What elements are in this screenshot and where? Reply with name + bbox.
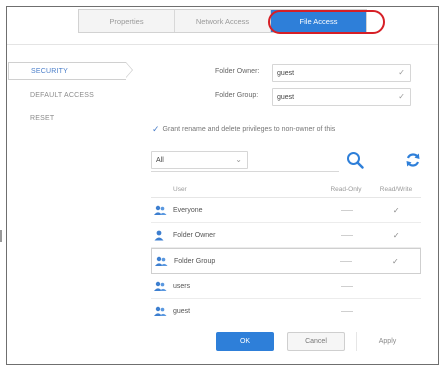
group-icon [154,281,167,291]
table-row-selected[interactable]: Folder Group ✓ [151,248,421,274]
table-row[interactable]: Everyone ✓ [151,198,421,223]
chevron-down-icon: ✓ [398,92,405,101]
read-only-cell-empty[interactable] [340,260,353,262]
read-write-check-icon[interactable]: ✓ [393,231,400,240]
sidebar-item-default-access[interactable]: DEFAULT ACCESS [8,87,126,103]
folder-group-label: Folder Group: [215,92,259,99]
search-icon[interactable] [346,151,364,169]
user-icon [154,230,164,240]
user-name: users [173,282,191,290]
folder-group-value: guest [277,93,295,101]
refresh-icon[interactable] [405,152,421,168]
apply-button[interactable]: Apply [356,332,418,351]
folder-group-select[interactable]: guest ✓ [272,88,411,106]
user-name: Everyone [173,206,203,214]
folder-owner-value: guest [277,69,295,77]
user-name: guest [173,307,191,315]
user-name: Folder Owner [173,231,216,239]
read-write-check-icon[interactable]: ✓ [392,257,399,266]
tab-properties[interactable]: Properties [79,10,175,32]
sidebar: SECURITY DEFAULT ACCESS RESET [8,62,133,133]
header-divider [7,44,438,45]
table-row[interactable]: users [151,274,421,299]
chevron-down-icon: ⌄ [235,155,242,164]
table-header: User Read-Only Read/Write [151,181,421,198]
window-edge-marker [0,230,2,242]
tab-network-access[interactable]: Network Access [175,10,271,32]
read-only-cell-empty[interactable] [340,310,353,312]
cancel-button[interactable]: Cancel [287,332,345,351]
grant-privileges-checkbox[interactable]: ✓ [152,124,160,135]
group-icon [154,205,167,215]
user-name: Folder Group [174,257,216,265]
grant-privileges-option: ✓ Grant rename and delete privileges to … [152,124,335,135]
column-header-user: User [173,185,187,193]
folder-owner-select[interactable]: guest ✓ [272,64,411,82]
search-field-underline [151,171,339,172]
column-header-read-write: Read/Write [379,185,413,193]
folder-owner-label: Folder Owner: [215,68,260,75]
tab-file-access[interactable]: File Access [271,10,366,32]
column-header-read-only: Read-Only [330,185,362,193]
table-row[interactable]: guest [151,299,421,323]
user-filter-select[interactable]: All ⌄ [151,151,248,169]
tab-bar: Properties Network Access File Access [78,9,367,33]
read-write-check-icon[interactable]: ✓ [393,206,400,215]
read-only-cell-empty[interactable] [340,285,353,287]
sidebar-item-reset[interactable]: RESET [8,110,126,126]
sidebar-item-security[interactable]: SECURITY [8,62,133,80]
read-only-cell-empty[interactable] [340,209,353,211]
table-row[interactable]: Folder Owner ✓ [151,223,421,248]
group-icon [154,306,167,316]
read-only-cell-empty[interactable] [340,234,353,236]
permissions-table: User Read-Only Read/Write Everyone ✓ Fol… [151,181,421,323]
chevron-down-icon: ✓ [398,68,405,77]
ok-button[interactable]: OK [216,332,274,351]
grant-privileges-label: Grant rename and delete privileges to no… [162,126,336,133]
group-icon [155,256,168,266]
user-filter-value: All [156,156,164,164]
